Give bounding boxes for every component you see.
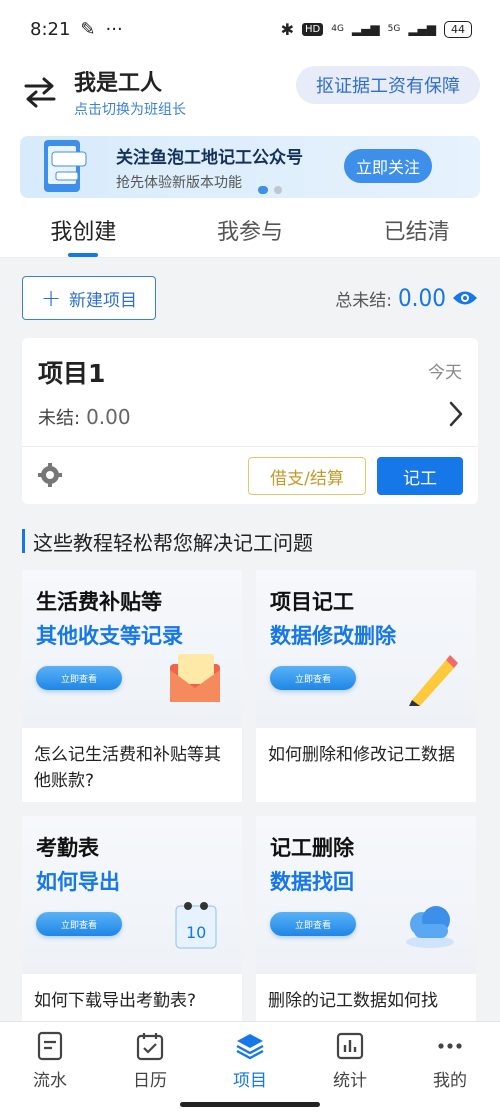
tutorials-heading: 这些教程轻松帮您解决记工问题 [0, 526, 500, 556]
record-work-button[interactable]: 记工 [377, 457, 463, 495]
nav-calendar[interactable]: 日历 [100, 1030, 200, 1113]
layers-icon [236, 1034, 264, 1060]
nav-label: 流水 [33, 1071, 67, 1091]
view-now-button[interactable]: 立即查看 [270, 666, 356, 690]
header: 我是工人 点击切换为班组长 抠证据工资有保障 [0, 58, 500, 126]
tab-settled[interactable]: 已结清 [333, 202, 500, 257]
tutorial-line2: 如何导出 [36, 870, 120, 894]
signal-icon: ▂▄▆ [351, 22, 380, 36]
eye-icon[interactable] [452, 289, 478, 307]
nav-projects[interactable]: 项目 [200, 1030, 300, 1113]
bar-chart-icon [336, 1032, 364, 1060]
signal-icon-2: ▂▄▆ [408, 22, 436, 36]
tutorial-thumbnail: 生活费补贴等 其他收支等记录 立即查看 [22, 570, 242, 728]
pager-dot [258, 186, 268, 194]
wage-guarantee-button[interactable]: 抠证据工资有保障 [296, 66, 480, 104]
calendar-icon: 10 [175, 902, 217, 949]
nav-label: 统计 [333, 1071, 367, 1091]
app-notification-icon: ✎ [80, 18, 96, 40]
project-name: 项目1 [38, 359, 106, 388]
battery-indicator: 44 [444, 20, 472, 38]
switch-role-link[interactable]: 点击切换为班组长 [74, 99, 186, 119]
pencil-icon [409, 655, 458, 706]
project-date: 今天 [428, 363, 462, 383]
gear-icon[interactable] [38, 463, 62, 487]
more-icon [438, 1043, 462, 1049]
nav-label: 项目 [233, 1071, 267, 1091]
pager-dot [274, 186, 282, 194]
status-time: 8:21 [30, 18, 71, 40]
new-project-label: 新建项目 [69, 290, 138, 311]
svg-text:10: 10 [186, 923, 206, 942]
tutorial-line2: 数据找回 [270, 870, 354, 894]
more-notifications-icon: ··· [105, 18, 123, 40]
banner-section: 关注鱼泡工地记工公众号 抢先体验新版本功能 立即关注 [0, 126, 500, 202]
tutorial-line1: 考勤表 [36, 836, 99, 860]
signal-4g: 4G [331, 24, 344, 34]
tutorial-thumbnail: 考勤表 如何导出 立即查看 10 [22, 816, 242, 974]
total-value: 0.00 [397, 284, 446, 312]
tutorial-line2: 其他收支等记录 [36, 624, 183, 648]
banner-pager [258, 186, 282, 194]
plus-icon: + [40, 284, 62, 312]
tutorial-caption: 如何删除和修改记工数据 [268, 745, 455, 765]
new-project-button[interactable]: + 新建项目 [22, 276, 156, 320]
page-title: 我是工人 [74, 71, 163, 96]
phone-illustration-icon [44, 140, 87, 192]
project-toolbar: + 新建项目 总未结: 0.00 [0, 258, 500, 338]
tutorial-line1: 生活费补贴等 [36, 590, 162, 614]
tutorial-card[interactable]: 生活费补贴等 其他收支等记录 立即查看 怎么记生活费和补贴等其他账款? [22, 570, 242, 802]
home-indicator[interactable] [180, 1102, 320, 1107]
document-icon [37, 1031, 63, 1061]
role-switcher[interactable]: 我是工人 点击切换为班组长 [74, 65, 186, 119]
promo-banner[interactable]: 关注鱼泡工地记工公众号 抢先体验新版本功能 立即关注 [20, 136, 480, 198]
view-now-button[interactable]: 立即查看 [36, 912, 122, 936]
tutorial-caption: 怎么记生活费和补贴等其他账款? [34, 745, 221, 791]
tutorial-thumbnail: 项目记工 数据修改删除 立即查看 [256, 570, 476, 728]
view-now-button[interactable]: 立即查看 [270, 912, 356, 936]
status-bar: 8:21 ✎ ··· ✱ HD 4G ▂▄▆ 5G ▂▄▆ 44 [0, 0, 500, 58]
project-card[interactable]: 项目1 今天 未结: 0.00 借支/结算 记工 [22, 338, 478, 504]
loan-settle-button[interactable]: 借支/结算 [248, 457, 366, 495]
unsettled-value: 0.00 [86, 405, 131, 429]
switch-role-icon[interactable] [20, 72, 60, 112]
bluetooth-icon: ✱ [280, 19, 294, 39]
nav-transactions[interactable]: 流水 [0, 1030, 100, 1113]
hd-icon: HD [301, 22, 324, 36]
tutorial-line1: 记工删除 [270, 836, 354, 860]
nav-label: 我的 [433, 1071, 467, 1091]
unsettled-label: 未结: [38, 408, 81, 429]
nav-statistics[interactable]: 统计 [300, 1030, 400, 1113]
tutorial-thumbnail: 记工删除 数据找回 立即查看 [256, 816, 476, 974]
tutorial-card[interactable]: 考勤表 如何导出 立即查看 10 如何下载导出考勤表? [22, 816, 242, 1048]
view-now-button[interactable]: 立即查看 [36, 666, 122, 690]
tab-participated[interactable]: 我参与 [167, 202, 334, 257]
total-label: 总未结: [335, 290, 392, 311]
cloud-icon [406, 906, 454, 948]
tutorial-line2: 数据修改删除 [270, 624, 396, 648]
project-unsettled: 未结: 0.00 [38, 404, 131, 430]
chevron-right-icon[interactable] [448, 400, 464, 428]
calendar-check-icon [136, 1033, 164, 1061]
signal-5g: 5G [387, 24, 401, 34]
divider [22, 446, 478, 447]
project-tabs: 我创建 我参与 已结清 [0, 202, 500, 258]
nav-profile[interactable]: 我的 [400, 1030, 500, 1113]
tab-created[interactable]: 我创建 [0, 202, 167, 257]
follow-button[interactable]: 立即关注 [343, 149, 432, 183]
tutorial-card[interactable]: 项目记工 数据修改删除 立即查看 如何删除和修改记工数据 [256, 570, 476, 802]
tutorial-card[interactable]: 记工删除 数据找回 立即查看 删除的记工数据如何找 [256, 816, 476, 1048]
tutorial-caption: 删除的记工数据如何找 [268, 991, 438, 1011]
tutorial-line1: 项目记工 [270, 590, 354, 614]
bottom-navigation: 流水 日历 项目 统计 我的 [0, 1021, 500, 1113]
tutorial-caption: 如何下载导出考勤表? [34, 991, 197, 1011]
total-unsettled: 总未结: 0.00 [335, 284, 478, 312]
nav-label: 日历 [133, 1071, 167, 1091]
tutorial-grid: 生活费补贴等 其他收支等记录 立即查看 怎么记生活费和补贴等其他账款? 项目记工… [0, 556, 500, 1048]
banner-title: 关注鱼泡工地记工公众号 [116, 147, 303, 168]
envelope-icon [170, 654, 220, 702]
